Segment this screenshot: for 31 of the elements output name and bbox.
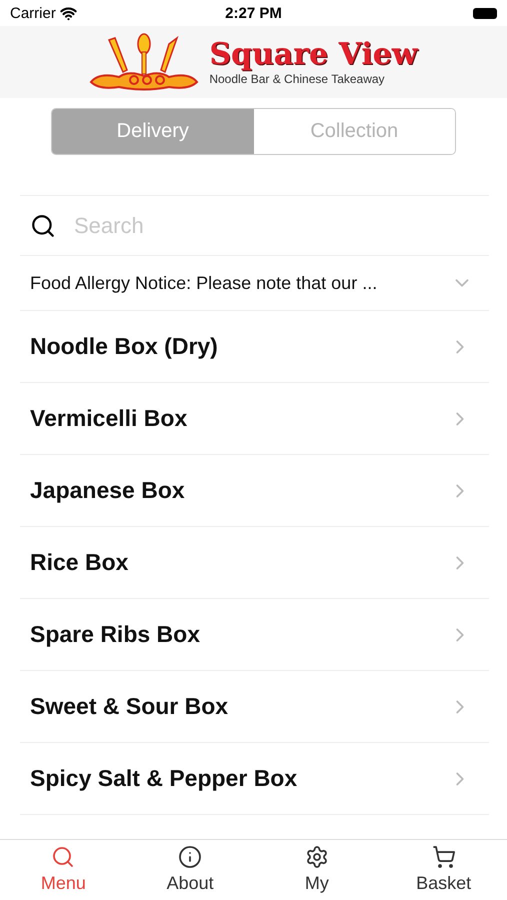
category-name: Sweet & Sour Box <box>30 693 228 720</box>
carrier-label: Carrier <box>10 4 56 22</box>
cart-icon <box>432 845 456 869</box>
category-row[interactable]: Spare Ribs Box <box>20 599 489 671</box>
status-time: 2:27 PM <box>225 4 282 22</box>
allergy-notice-row[interactable]: Food Allergy Notice: Please note that our ... <box>20 256 489 311</box>
category-row[interactable]: Japanese Box <box>20 455 489 527</box>
search-icon <box>51 845 76 869</box>
tab-bar-item[interactable]: My <box>254 840 380 900</box>
category-name: Vermicelli Box <box>30 405 188 432</box>
battery-icon <box>473 8 497 18</box>
tab-bar-item[interactable]: Menu <box>0 840 127 900</box>
category-row[interactable]: Vermicelli Box <box>20 383 489 455</box>
wifi-icon <box>60 4 77 22</box>
category-name: Spare Ribs Box <box>30 621 200 648</box>
category-name: Rice Box <box>30 549 128 576</box>
info-icon <box>178 845 202 869</box>
category-row[interactable]: Noodle Box (Dry) <box>20 311 489 383</box>
settings-icon <box>304 845 329 869</box>
category-row[interactable]: Spicy Salt & Pepper Box <box>20 743 489 815</box>
tab-bar-item[interactable]: Basket <box>380 840 507 900</box>
tab-bar-item[interactable]: About <box>126 840 254 900</box>
allergy-notice-text: Food Allergy Notice: Please note that our ... <box>30 272 378 294</box>
logo-title: Square View <box>209 38 418 72</box>
category-name: Japanese Box <box>30 477 185 504</box>
category-row[interactable]: Sweet & Sour Box <box>20 671 489 743</box>
search-icon <box>30 212 56 238</box>
logo-subtitle: Noodle Bar & Chinese Takeaway <box>209 72 386 86</box>
category-name: Noodle Box (Dry) <box>30 333 218 360</box>
category-row[interactable]: Rice Box <box>20 527 489 599</box>
category-name: Spicy Salt & Pepper Box <box>30 765 298 792</box>
